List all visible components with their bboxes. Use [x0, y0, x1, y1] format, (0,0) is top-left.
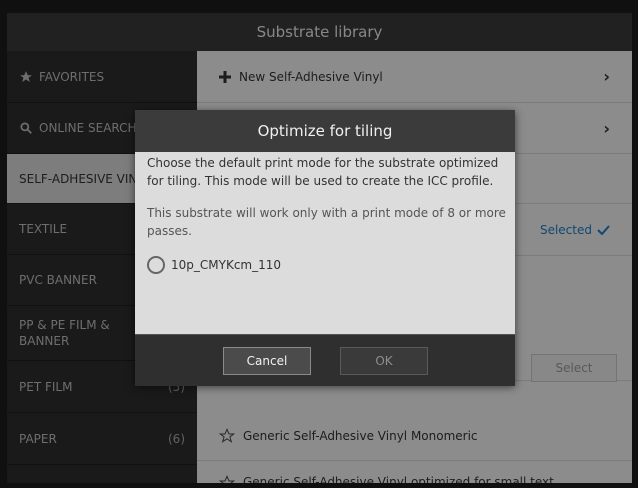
- dialog-note: This substrate will work only with a pri…: [147, 206, 506, 238]
- dialog-description: Choose the default print mode for the su…: [147, 156, 499, 188]
- dialog-footer: Cancel OK: [135, 334, 515, 386]
- optimize-tiling-dialog: Optimize for tiling Choose the default p…: [135, 110, 515, 386]
- radio-button[interactable]: [147, 256, 165, 274]
- device-frame: Substrate library FAVORITES ONLINE SEARC…: [0, 0, 638, 488]
- cancel-button[interactable]: Cancel: [223, 347, 311, 375]
- radio-label: 10p_CMYKcm_110: [171, 258, 282, 272]
- print-mode-option[interactable]: 10p_CMYKcm_110: [147, 256, 507, 274]
- ok-button[interactable]: OK: [340, 347, 428, 375]
- dialog-header: Optimize for tiling: [135, 110, 515, 152]
- dialog-title: Optimize for tiling: [257, 122, 393, 140]
- dialog-body: Choose the default print mode for the su…: [147, 154, 507, 274]
- screen: Substrate library FAVORITES ONLINE SEARC…: [7, 13, 632, 483]
